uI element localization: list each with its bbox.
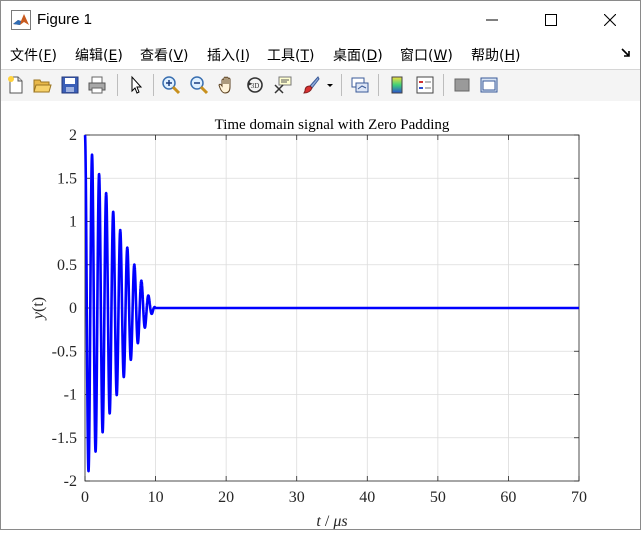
menu-window[interactable]: 窗口(W) [400,45,453,65]
toolbar-separator [153,74,154,96]
figure-window: Figure 1 文件(F) 编辑(E) 查看(V) 插入(I) 工具(T) 桌… [0,0,641,530]
show-plot-tools-icon[interactable] [479,75,499,95]
toolbar-separator [341,74,342,96]
zoom-out-icon[interactable] [189,75,209,95]
toolbar-separator [117,74,118,96]
x-axis-label: t / μs [316,513,347,529]
save-icon[interactable] [60,75,80,95]
close-icon [604,14,616,26]
toolbar-separator [443,74,444,96]
title-bar[interactable]: Figure 1 [1,1,640,39]
svg-text:3D: 3D [251,82,260,90]
window-title: Figure 1 [37,11,93,28]
zoom-in-icon[interactable] [161,75,181,95]
menu-desktop[interactable]: 桌面(D) [333,45,383,65]
maximize-button[interactable] [528,5,574,35]
y-tick-label: 0 [69,300,77,317]
x-tick-label: 0 [81,489,89,506]
dock-arrow-icon[interactable] [620,47,632,59]
y-tick-label: -2 [64,473,77,490]
plot-svg[interactable]: 0 10 20 30 40 50 60 70 -2 -1.5 -1 -0.5 0 0.5 1 1.5 2 Tim… [1,101,640,530]
matlab-logo-icon [11,10,31,30]
figure-canvas: 0 10 20 30 40 50 60 70 -2 -1.5 -1 -0.5 0 0.5 1 1.5 2 Tim… [1,101,640,530]
y-tick-label: 0.5 [57,257,77,274]
data-cursor-icon[interactable] [273,75,293,95]
minimize-icon [486,19,498,21]
minimize-button[interactable] [469,5,515,35]
legend-icon[interactable] [415,75,435,95]
x-tick-label: 40 [359,489,375,506]
rotate-3d-icon[interactable]: 3D [245,75,265,95]
maximize-icon [545,14,557,26]
x-tick-label: 20 [218,489,234,506]
menu-insert[interactable]: 插入(I) [207,45,250,65]
hide-plot-tools-icon[interactable] [452,75,472,95]
y-axis-label-arg: (t) [30,297,47,312]
x-tick-label: 50 [430,489,446,506]
toolbar-separator [378,74,379,96]
signal-line [83,133,579,473]
chart-title: Time domain signal with Zero Padding [215,117,450,133]
y-tick-label: 1 [69,214,77,231]
pan-hand-icon[interactable] [217,75,237,95]
menu-help[interactable]: 帮助(H) [471,45,520,65]
link-plot-icon[interactable] [350,75,370,95]
x-tick-label: 30 [289,489,305,506]
close-button[interactable] [587,5,633,35]
x-tick-label: 60 [500,489,516,506]
menu-view[interactable]: 查看(V) [140,45,189,65]
select-arrow-icon[interactable] [126,75,146,95]
x-axis-label-unit: μs [332,513,347,529]
menu-tools[interactable]: 工具(T) [267,45,315,65]
y-tick-label: -1.5 [52,430,77,447]
menu-bar: 文件(F) 编辑(E) 查看(V) 插入(I) 工具(T) 桌面(D) 窗口(W… [1,41,640,67]
y-tick-label: 1.5 [57,170,77,187]
brush-icon[interactable] [301,75,321,95]
menu-file[interactable]: 文件(F) [10,45,57,65]
x-axis-label-sep: / [321,513,333,529]
menu-edit[interactable]: 编辑(E) [75,45,123,65]
new-figure-icon[interactable] [6,75,26,95]
print-icon[interactable] [87,75,107,95]
colorbar-icon[interactable] [387,75,407,95]
y-tick-label: -0.5 [52,343,77,360]
open-file-icon[interactable] [32,75,52,95]
y-axis-label: y(t) [30,297,47,321]
y-tick-label: 2 [69,127,77,144]
x-tick-label: 10 [148,489,164,506]
figure-toolbar: 3D [1,69,640,102]
brush-dropdown-icon[interactable] [325,75,335,95]
x-tick-label: 70 [571,489,587,506]
y-tick-label: -1 [64,387,77,404]
